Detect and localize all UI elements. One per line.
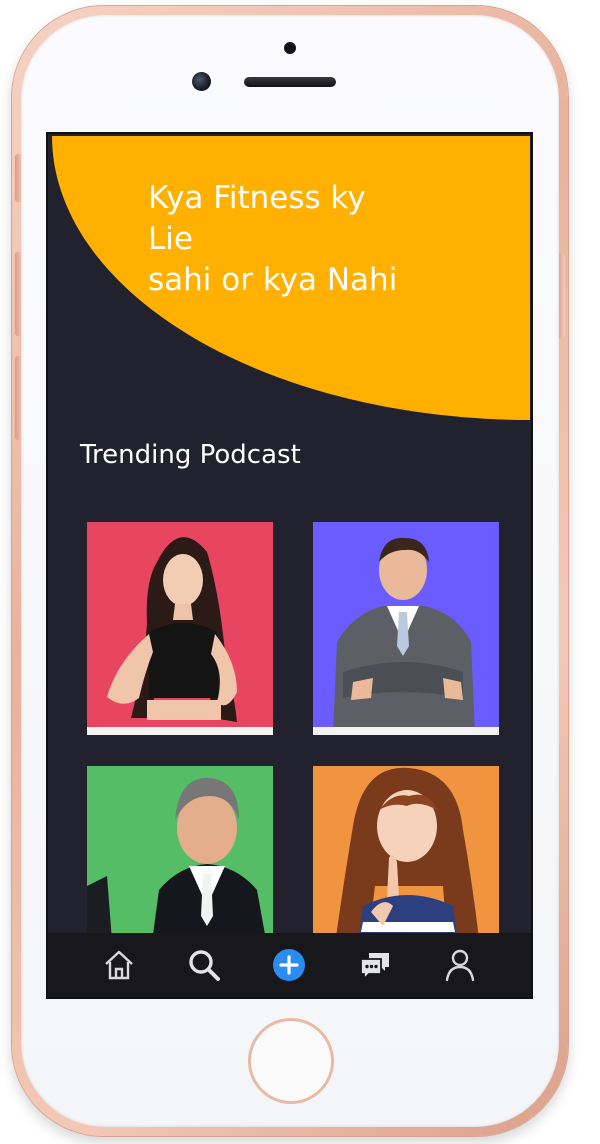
app-screen: Kya Fitness ky Lie sahi or kya Nahi Tren… xyxy=(46,132,533,999)
front-camera xyxy=(192,72,211,91)
tab-messages[interactable] xyxy=(354,944,396,986)
hero-title: Kya Fitness ky Lie sahi or kya Nahi xyxy=(148,178,438,301)
hero-title-line: Kya Fitness ky xyxy=(148,180,366,216)
woman-portrait xyxy=(87,522,273,735)
home-button[interactable] xyxy=(248,1018,334,1104)
tab-add[interactable] xyxy=(268,944,310,986)
profile-icon xyxy=(446,949,475,982)
chat-icon xyxy=(359,953,389,982)
hero-title-line: Lie xyxy=(148,221,193,257)
tab-search[interactable] xyxy=(183,944,225,986)
tab-home[interactable] xyxy=(98,944,140,986)
section-title: Trending Podcast xyxy=(80,440,301,470)
hero-title-line: sahi or kya Nahi xyxy=(148,262,398,298)
bottom-tab-bar xyxy=(48,933,531,997)
proximity-sensor xyxy=(284,42,296,54)
search-icon xyxy=(189,950,221,981)
man-suit-portrait xyxy=(313,522,499,735)
earpiece-speaker xyxy=(244,77,336,87)
hero-banner[interactable]: Kya Fitness ky Lie sahi or kya Nahi xyxy=(48,134,531,424)
podcast-card[interactable] xyxy=(313,522,499,735)
add-icon xyxy=(273,949,306,981)
podcast-card[interactable] xyxy=(87,522,273,735)
tab-profile[interactable] xyxy=(439,944,481,986)
home-icon xyxy=(104,950,133,980)
